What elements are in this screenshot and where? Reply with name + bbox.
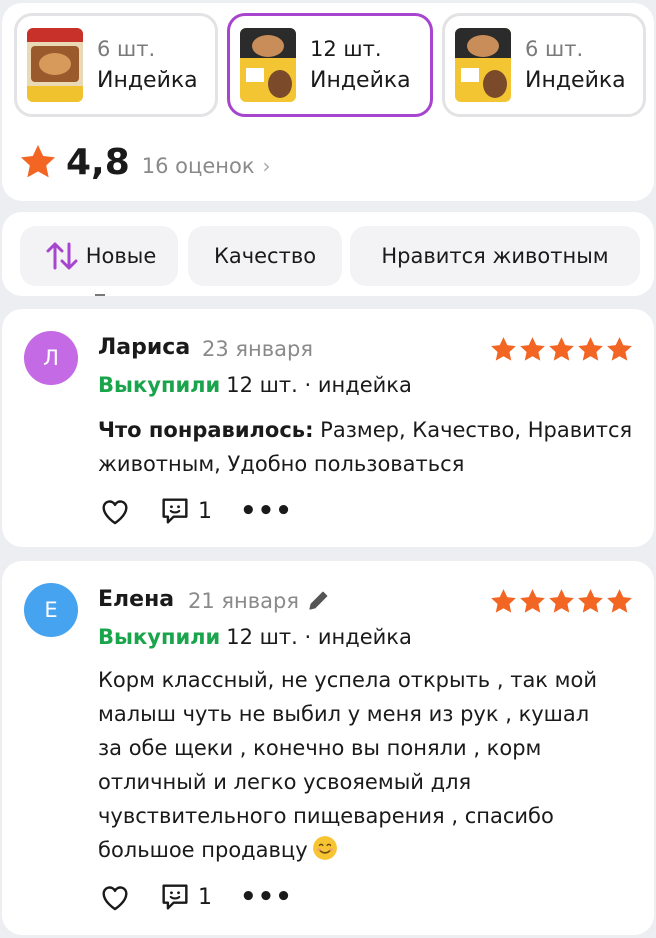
- review-text: Что понравилось: Размер, Качество, Нрави…: [98, 413, 638, 481]
- bought-detail: 12 шт. · индейка: [226, 373, 412, 397]
- avatar-letter: Е: [44, 598, 58, 622]
- comment-count: 1: [198, 498, 212, 524]
- divider: [95, 294, 105, 296]
- variant-qty: 6 шт.: [97, 37, 156, 61]
- review-card: Е Елена 21 января Выкупили 12 шт. · индей…: [2, 561, 654, 935]
- avatar: Л: [24, 331, 78, 385]
- star-icon: [607, 589, 632, 613]
- sort-label: Новые: [85, 244, 157, 268]
- filter-chip-label: Нравится животным: [381, 244, 609, 268]
- review-actions: 1 •••: [98, 877, 293, 917]
- filter-chip-quality[interactable]: Качество: [188, 226, 342, 286]
- comments-button[interactable]: 1: [158, 880, 212, 914]
- comment-smile-icon: [162, 498, 188, 524]
- product-thumbnail: [455, 28, 511, 102]
- rating-count: 16 оценок: [141, 154, 255, 178]
- avatar-letter: Л: [43, 346, 59, 370]
- sort-button[interactable]: Новые: [20, 226, 178, 286]
- variant-qty: 12 шт.: [310, 37, 382, 61]
- star-icon: [491, 589, 516, 613]
- bought-detail: 12 шт. · индейка: [226, 625, 412, 649]
- product-thumbnail: [27, 28, 83, 102]
- rating-summary[interactable]: 4,8 16 оценок ›: [18, 139, 271, 185]
- star-icon: [520, 337, 545, 361]
- variant-flavor: Индейка: [97, 68, 198, 93]
- filter-chip-pets-like[interactable]: Нравится животным: [350, 226, 640, 286]
- product-variants-card: 6 шт. Индейка 12 шт. Индейка 6 шт. Индей…: [2, 3, 654, 201]
- edited-pencil-icon: [309, 591, 328, 610]
- star-icon: [491, 337, 516, 361]
- purchase-info: Выкупили 12 шт. · индейка: [98, 625, 412, 649]
- review-card: Л Лариса 23 января Выкупили 12 шт. · инде…: [2, 309, 654, 547]
- more-button[interactable]: •••: [240, 496, 293, 526]
- star-icon: [520, 589, 545, 613]
- bought-label: Выкупили: [98, 373, 221, 397]
- liked-label: Что понравилось:: [98, 418, 314, 442]
- heart-icon: [102, 886, 128, 911]
- star-icon: [549, 589, 574, 613]
- star-icon: [578, 589, 603, 613]
- more-button[interactable]: •••: [240, 882, 293, 912]
- variant-qty: 6 шт.: [525, 37, 584, 61]
- bought-label: Выкупили: [98, 625, 221, 649]
- review-date: 21 января: [188, 589, 299, 613]
- star-icon: [578, 337, 603, 361]
- variant-option-3[interactable]: 6 шт. Индейка: [442, 13, 646, 117]
- review-stars: [489, 587, 634, 616]
- sort-icon: [46, 242, 78, 270]
- variant-flavor: Индейка: [525, 68, 626, 93]
- review-actions: 1 •••: [98, 491, 293, 531]
- purchase-info: Выкупили 12 шт. · индейка: [98, 373, 412, 397]
- star-icon: [549, 337, 574, 361]
- review-body: Корм классный, не успела открыть , так м…: [98, 668, 598, 862]
- variant-option-2[interactable]: 12 шт. Индейка: [227, 13, 433, 117]
- review-text: Корм классный, не успела открыть , так м…: [98, 663, 618, 867]
- review-stars: [489, 335, 634, 364]
- product-thumbnail: [240, 28, 296, 102]
- comment-smile-icon: [162, 884, 188, 910]
- review-author: Лариса: [98, 335, 191, 360]
- comment-count: 1: [198, 884, 212, 910]
- review-author: Елена: [98, 587, 175, 612]
- variant-flavor: Индейка: [310, 68, 411, 93]
- like-button[interactable]: [98, 494, 132, 528]
- star-icon: [21, 145, 55, 178]
- smiley-emoji-icon: [312, 836, 337, 860]
- like-button[interactable]: [98, 880, 132, 914]
- avatar: Е: [24, 583, 78, 637]
- star-icon: [607, 337, 632, 361]
- heart-icon: [102, 500, 128, 525]
- rating-score: 4,8: [66, 141, 130, 183]
- filter-chip-label: Качество: [213, 244, 317, 268]
- chevron-right-icon: ›: [262, 154, 271, 178]
- review-date: 23 января: [202, 337, 313, 361]
- review-filters-card: Новые Качество Нравится животным: [2, 212, 654, 296]
- comments-button[interactable]: 1: [158, 494, 212, 528]
- variant-option-1[interactable]: 6 шт. Индейка: [14, 13, 218, 117]
